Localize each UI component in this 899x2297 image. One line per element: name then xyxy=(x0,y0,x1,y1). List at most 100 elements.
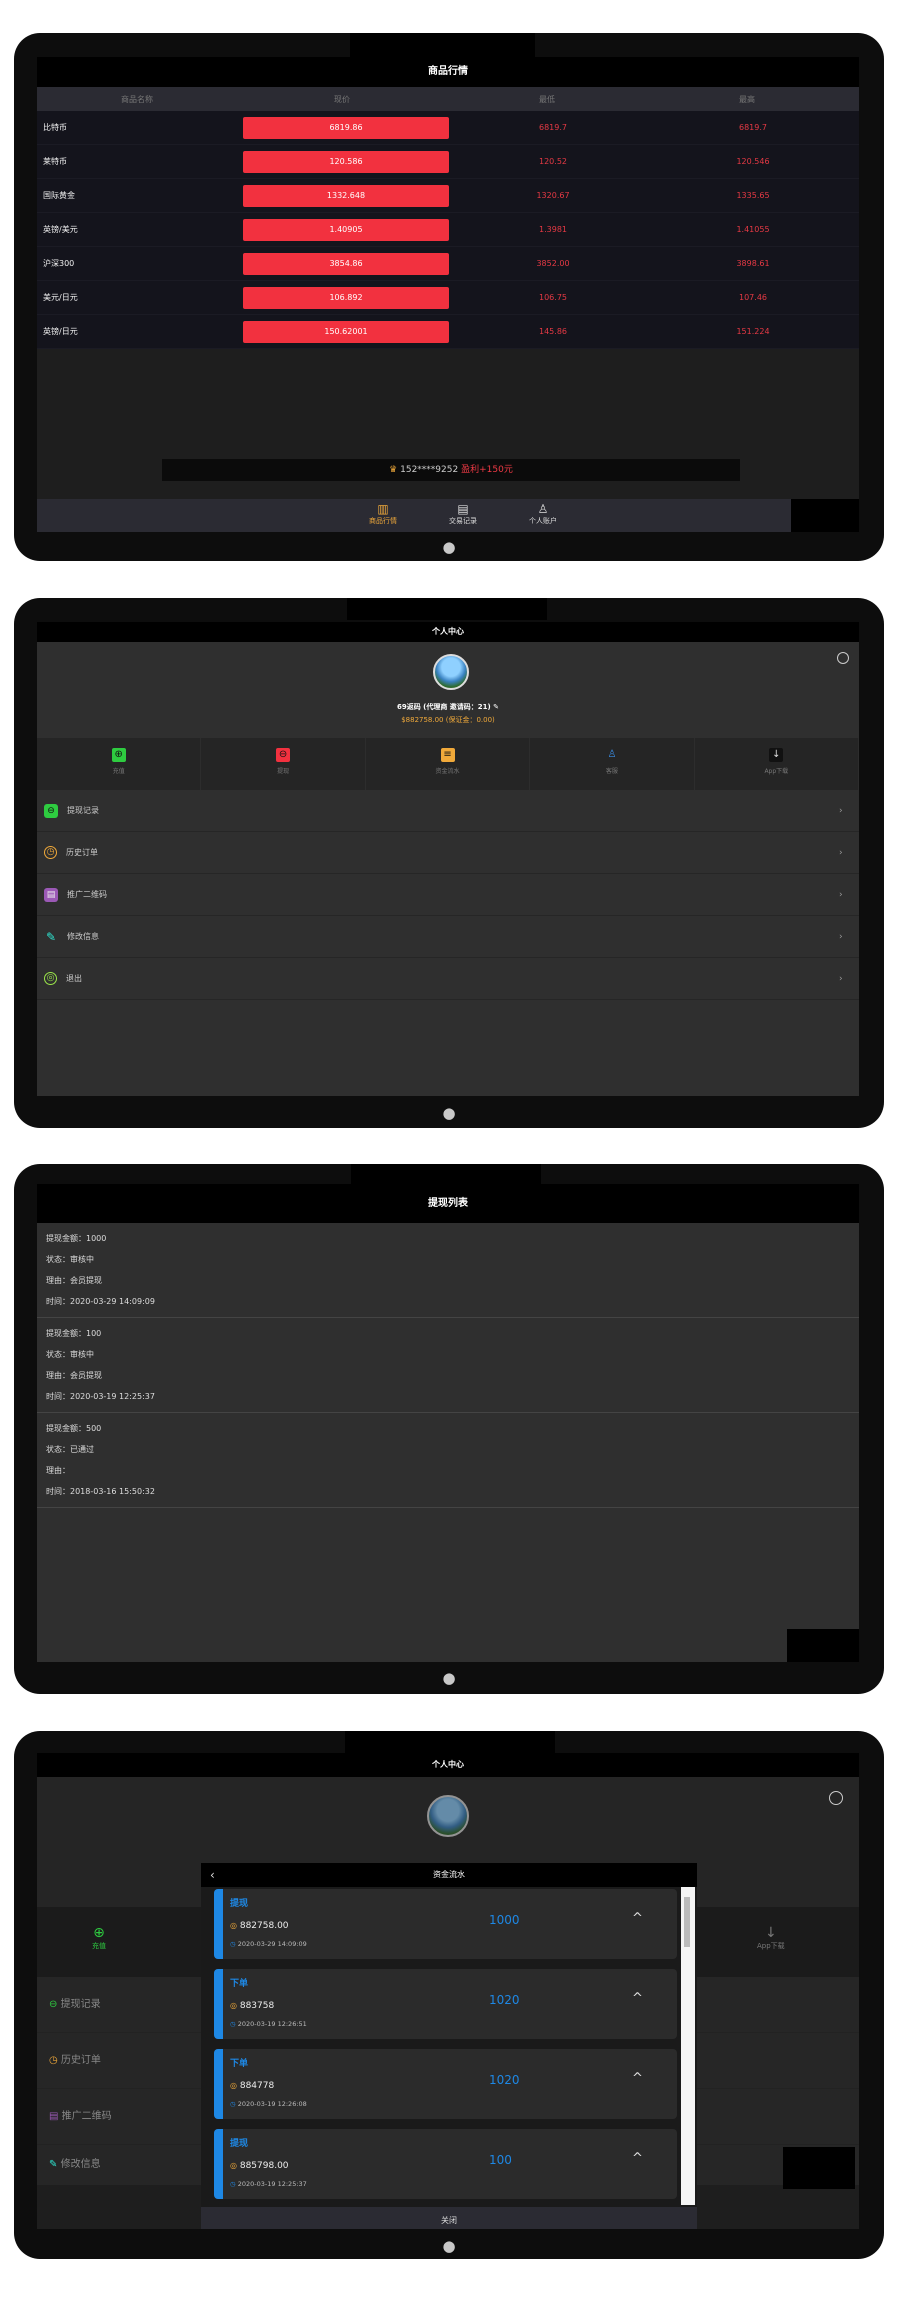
market-high: 3898.61 xyxy=(736,259,770,268)
apple-logo-icon: ● xyxy=(442,538,456,556)
market-row[interactable]: 沪深300 3854.86 3852.00 3898.61 xyxy=(37,247,859,281)
menu-logout[interactable]: ◎ 退出 › xyxy=(37,958,859,1000)
withdraw-item: 提现金额：1000 状态：审核中 理由：会员提现 时间：2020-03-29 14:0… xyxy=(37,1223,859,1318)
price-pill: 6819.86 xyxy=(243,116,449,139)
market-name: 美元/日元 xyxy=(43,293,78,302)
menu-label: 修改信息 xyxy=(67,932,99,941)
clock-icon: ◷ xyxy=(230,2020,236,2028)
card-balance: ◎ 884778 xyxy=(230,2081,274,2091)
market-name: 英镑/日元 xyxy=(43,327,78,336)
market-row[interactable]: 英镑/美元 1.40905 1.3981 1.41055 xyxy=(37,213,859,247)
price-pill: 1.40905 xyxy=(243,218,449,241)
card-type: 提现 xyxy=(230,2139,249,2149)
menu-qr-code[interactable]: ▤ 推广二维码 › xyxy=(37,874,859,916)
scrollbar-thumb[interactable] xyxy=(684,1897,690,1947)
price-pill: 120.586 xyxy=(243,150,449,173)
card-balance: ◎ 883758 xyxy=(230,2001,274,2011)
chevron-up-icon[interactable]: ^ xyxy=(632,1911,643,1926)
col-low: 最低 xyxy=(539,94,555,104)
card-type: 下单 xyxy=(230,1979,249,1989)
chevron-up-icon[interactable]: ^ xyxy=(632,2151,643,2166)
ticker-user: 152****9252 xyxy=(400,465,459,475)
price-pill: 150.62001 xyxy=(243,320,449,343)
quick-deposit-label: 充值 xyxy=(112,768,125,775)
apple-logo-icon: ● xyxy=(442,1669,456,1687)
market-price-cell: 106.892 xyxy=(243,286,453,309)
price-pill: 3854.86 xyxy=(243,252,449,275)
tab-market[interactable]: ▥ 商品行情 xyxy=(353,502,413,526)
fund-flow-card[interactable]: 提现 ◎ 882758.00 ◷ 2020-03-29 14:09:09 1000 ^ xyxy=(214,1889,677,1959)
card-balance-value: 882758.00 xyxy=(239,1921,289,1931)
tablet-market: 商品行情 商品名称 现价 最低 最高 比特币 6819.86 6819.7 6819.… xyxy=(14,33,884,561)
card-balance-value: 885798.00 xyxy=(239,2161,289,2171)
overlay-block xyxy=(791,499,859,532)
fund-flow-screen: 个人中心 ⊕ 充值 ↓ App下载 ⊖ 提现记录 ◷ 历史订单 ▤ 推广二维码 ✎ … xyxy=(37,1753,859,2229)
edit-icon[interactable]: ✎ xyxy=(493,703,499,711)
chart-icon: ▥ xyxy=(377,502,389,516)
market-row[interactable]: 美元/日元 106.892 106.75 107.46 xyxy=(37,281,859,315)
tab-trades[interactable]: ▤ 交易记录 xyxy=(433,502,493,526)
quick-support[interactable]: ♙ 客服 xyxy=(530,738,695,790)
market-name: 莱特币 xyxy=(43,157,67,166)
card-date: ◷ 2020-03-19 12:26:08 xyxy=(230,2100,307,2108)
quick-app-download-bg: ↓ App下载 xyxy=(757,1925,785,1951)
market-high: 6819.7 xyxy=(739,123,767,132)
close-button[interactable]: 关闭 xyxy=(201,2207,697,2229)
coin-icon: ◎ xyxy=(230,2161,237,2170)
username-text: 69返码 (代理商 邀请码：21) xyxy=(396,703,491,711)
card-type: 下单 xyxy=(230,2059,249,2069)
settings-icon[interactable] xyxy=(837,652,849,664)
menu-withdraw-records[interactable]: ⊖ 提现记录 › xyxy=(37,790,859,832)
fund-flow-list: 提现 ◎ 882758.00 ◷ 2020-03-29 14:09:09 1000 ^ 下… xyxy=(201,1887,697,2207)
tab-account[interactable]: ♙ 个人账户 xyxy=(513,502,573,526)
avatar[interactable] xyxy=(433,654,469,690)
chevron-right-icon: › xyxy=(839,889,843,900)
quick-withdraw-label: 提现 xyxy=(277,768,290,775)
quick-fund-flow[interactable]: ≡ 资金流水 xyxy=(366,738,531,790)
quick-app-download[interactable]: ↓ App下载 xyxy=(695,738,859,790)
market-row[interactable]: 国际黄金 1332.648 1320.67 1335.65 xyxy=(37,179,859,213)
withdraw-amount: 提现金额：500 xyxy=(46,1424,102,1433)
document-icon: ▤ xyxy=(457,502,469,516)
quick-deposit-bg: ⊕ 充值 xyxy=(92,1925,106,1951)
menu-label: 提现记录 xyxy=(67,806,99,815)
back-arrow-icon[interactable]: ‹ xyxy=(210,1863,215,1887)
market-low: 1.3981 xyxy=(539,225,567,234)
chevron-up-icon[interactable]: ^ xyxy=(632,2071,643,2086)
card-date: ◷ 2020-03-19 12:25:37 xyxy=(230,2180,307,2188)
deposit-icon: ⊕ xyxy=(93,1925,105,1941)
user-icon: ♙ xyxy=(537,502,549,516)
market-high: 1335.65 xyxy=(736,191,770,200)
scrollbar[interactable] xyxy=(681,1887,695,2205)
market-low: 120.52 xyxy=(539,157,567,166)
menu-label: 退出 xyxy=(66,974,82,983)
fund-flow-card[interactable]: 下单 ◎ 883758 ◷ 2020-03-19 12:26:51 1020 ^ xyxy=(214,1969,677,2039)
market-row[interactable]: 比特币 6819.86 6819.7 6819.7 xyxy=(37,111,859,145)
menu-edit-info[interactable]: ✎ 修改信息 › xyxy=(37,916,859,958)
camera-notch xyxy=(347,598,547,620)
quick-withdraw[interactable]: ⊖ 提现 xyxy=(201,738,366,790)
withdraw-item: 提现金额：500 状态：已通过 理由： 时间：2018-03-16 15:50:32 xyxy=(37,1413,859,1508)
card-balance: ◎ 885798.00 xyxy=(230,2161,289,2171)
withdraw-screen: 提现列表 提现金额：1000 状态：审核中 理由：会员提现 时间：2020-03-29… xyxy=(37,1184,859,1662)
fund-flow-card[interactable]: 提现 ◎ 885798.00 ◷ 2020-03-19 12:25:37 100 ^ xyxy=(214,2129,677,2199)
chevron-up-icon[interactable]: ^ xyxy=(632,1991,643,2006)
avatar xyxy=(427,1795,469,1837)
wallet-icon: ⊖ xyxy=(44,803,58,818)
fund-flow-card[interactable]: 下单 ◎ 884778 ◷ 2020-03-19 12:26:08 1020 ^ xyxy=(214,2049,677,2119)
coin-icon: ◎ xyxy=(230,2001,237,2010)
market-header-row: 商品名称 现价 最低 最高 xyxy=(37,87,859,111)
card-date-value: 2020-03-29 14:09:09 xyxy=(237,1940,307,1948)
withdraw-status: 状态：审核中 xyxy=(46,1255,94,1264)
card-amount: 1000 xyxy=(489,1913,520,1927)
menu-label: 历史订单 xyxy=(60,2055,101,2066)
market-row[interactable]: 莱特币 120.586 120.52 120.546 xyxy=(37,145,859,179)
market-name: 比特币 xyxy=(43,123,67,132)
market-row[interactable]: 英镑/日元 150.62001 145.86 151.224 xyxy=(37,315,859,349)
ticker-gain: 盈利+150元 xyxy=(461,465,513,475)
col-price: 现价 xyxy=(334,94,350,104)
menu-history-orders[interactable]: ◷ 历史订单 › xyxy=(37,832,859,874)
market-low: 145.86 xyxy=(539,327,567,336)
quick-deposit[interactable]: ⊕ 充值 xyxy=(37,738,202,790)
profile-username: 69返码 (代理商 邀请码：21) ✎ xyxy=(37,702,859,712)
